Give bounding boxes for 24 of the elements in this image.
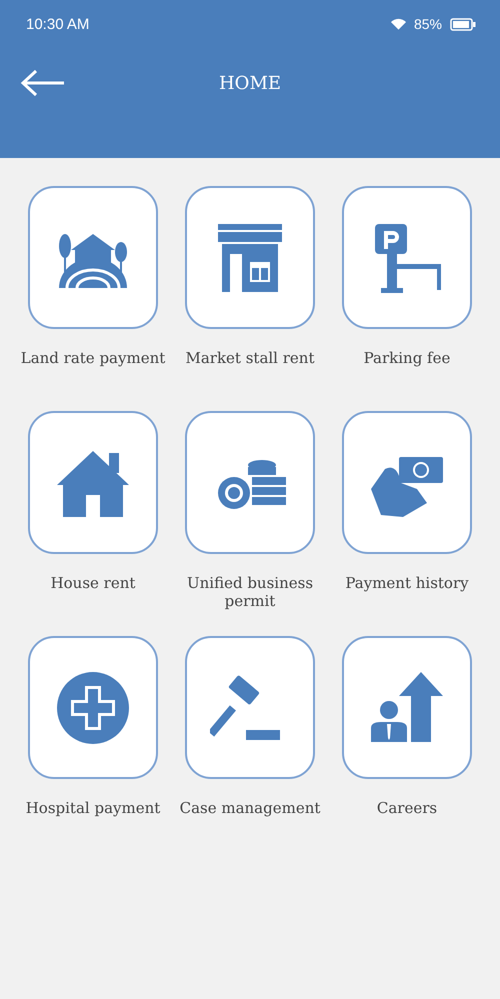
tile-label: Case management (178, 799, 322, 819)
back-button[interactable] (20, 68, 66, 98)
page-title: HOME (218, 72, 282, 94)
tile-label: Careers (376, 799, 438, 819)
tile-label: House rent (50, 574, 136, 594)
tile-label: Land rate payment (20, 349, 166, 369)
menu-tile[interactable] (342, 636, 472, 779)
menu-tile[interactable] (185, 186, 315, 329)
battery-icon (450, 18, 476, 30)
tile-label: Market stall rent (184, 349, 316, 369)
menu-tile[interactable] (185, 411, 315, 554)
tile-label: Unified business permit (186, 574, 314, 612)
tile-label: Parking fee (362, 349, 452, 369)
menu-tile[interactable] (185, 636, 315, 779)
menu-tile[interactable] (342, 186, 472, 329)
tile-label: Hospital payment (24, 799, 162, 819)
menu-tile[interactable] (28, 636, 158, 779)
tile-label: Payment history (344, 574, 470, 594)
wifi-icon (390, 18, 406, 30)
status-time: 10:30 AM (26, 16, 90, 32)
menu-tile[interactable] (28, 186, 158, 329)
menu-tile[interactable] (342, 411, 472, 554)
battery-percent: 85% (414, 16, 442, 32)
menu-tile[interactable] (28, 411, 158, 554)
